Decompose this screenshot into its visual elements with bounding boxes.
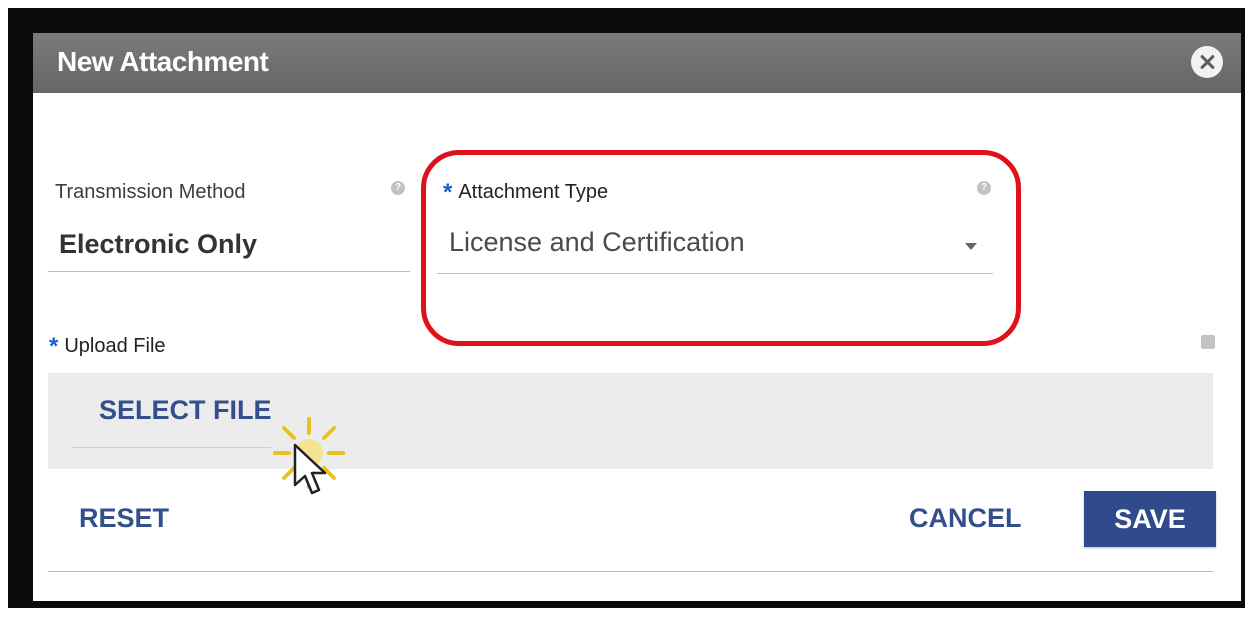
upload-file-label-text: Upload File [64,335,166,357]
transmission-method-value: Electronic Only [59,229,258,259]
save-button[interactable]: SAVE [1084,491,1216,547]
cancel-button[interactable]: CANCEL [909,503,1022,534]
attachment-type-select[interactable]: License and Certification [437,221,993,273]
mouse-pointer-icon [293,443,327,495]
transmission-method-label: Transmission Method [55,181,246,203]
upload-file-label: * Upload File [49,333,166,361]
new-attachment-dialog: New Attachment Transmission Method ? Ele… [33,33,1241,601]
attachment-type-label: * Attachment Type [443,179,608,207]
attachment-type-underline [437,273,993,274]
select-file-underline [71,447,271,448]
transmission-method-underline [48,271,410,272]
transmission-method-help-icon[interactable]: ? [391,181,405,195]
chevron-down-icon [965,243,977,250]
reset-button[interactable]: RESET [79,503,169,534]
required-marker: * [443,179,453,206]
required-marker: * [49,333,59,360]
close-icon[interactable] [1191,46,1223,78]
dialog-title: New Attachment [57,46,269,77]
select-file-button[interactable]: SELECT FILE [99,395,272,426]
upload-file-help-icon[interactable] [1201,335,1215,349]
attachment-type-label-text: Attachment Type [458,181,609,203]
dialog-header: New Attachment [33,33,1241,93]
attachment-type-value: License and Certification [449,227,745,257]
actions-divider [48,571,1213,572]
attachment-type-help-icon[interactable]: ? [977,181,991,195]
